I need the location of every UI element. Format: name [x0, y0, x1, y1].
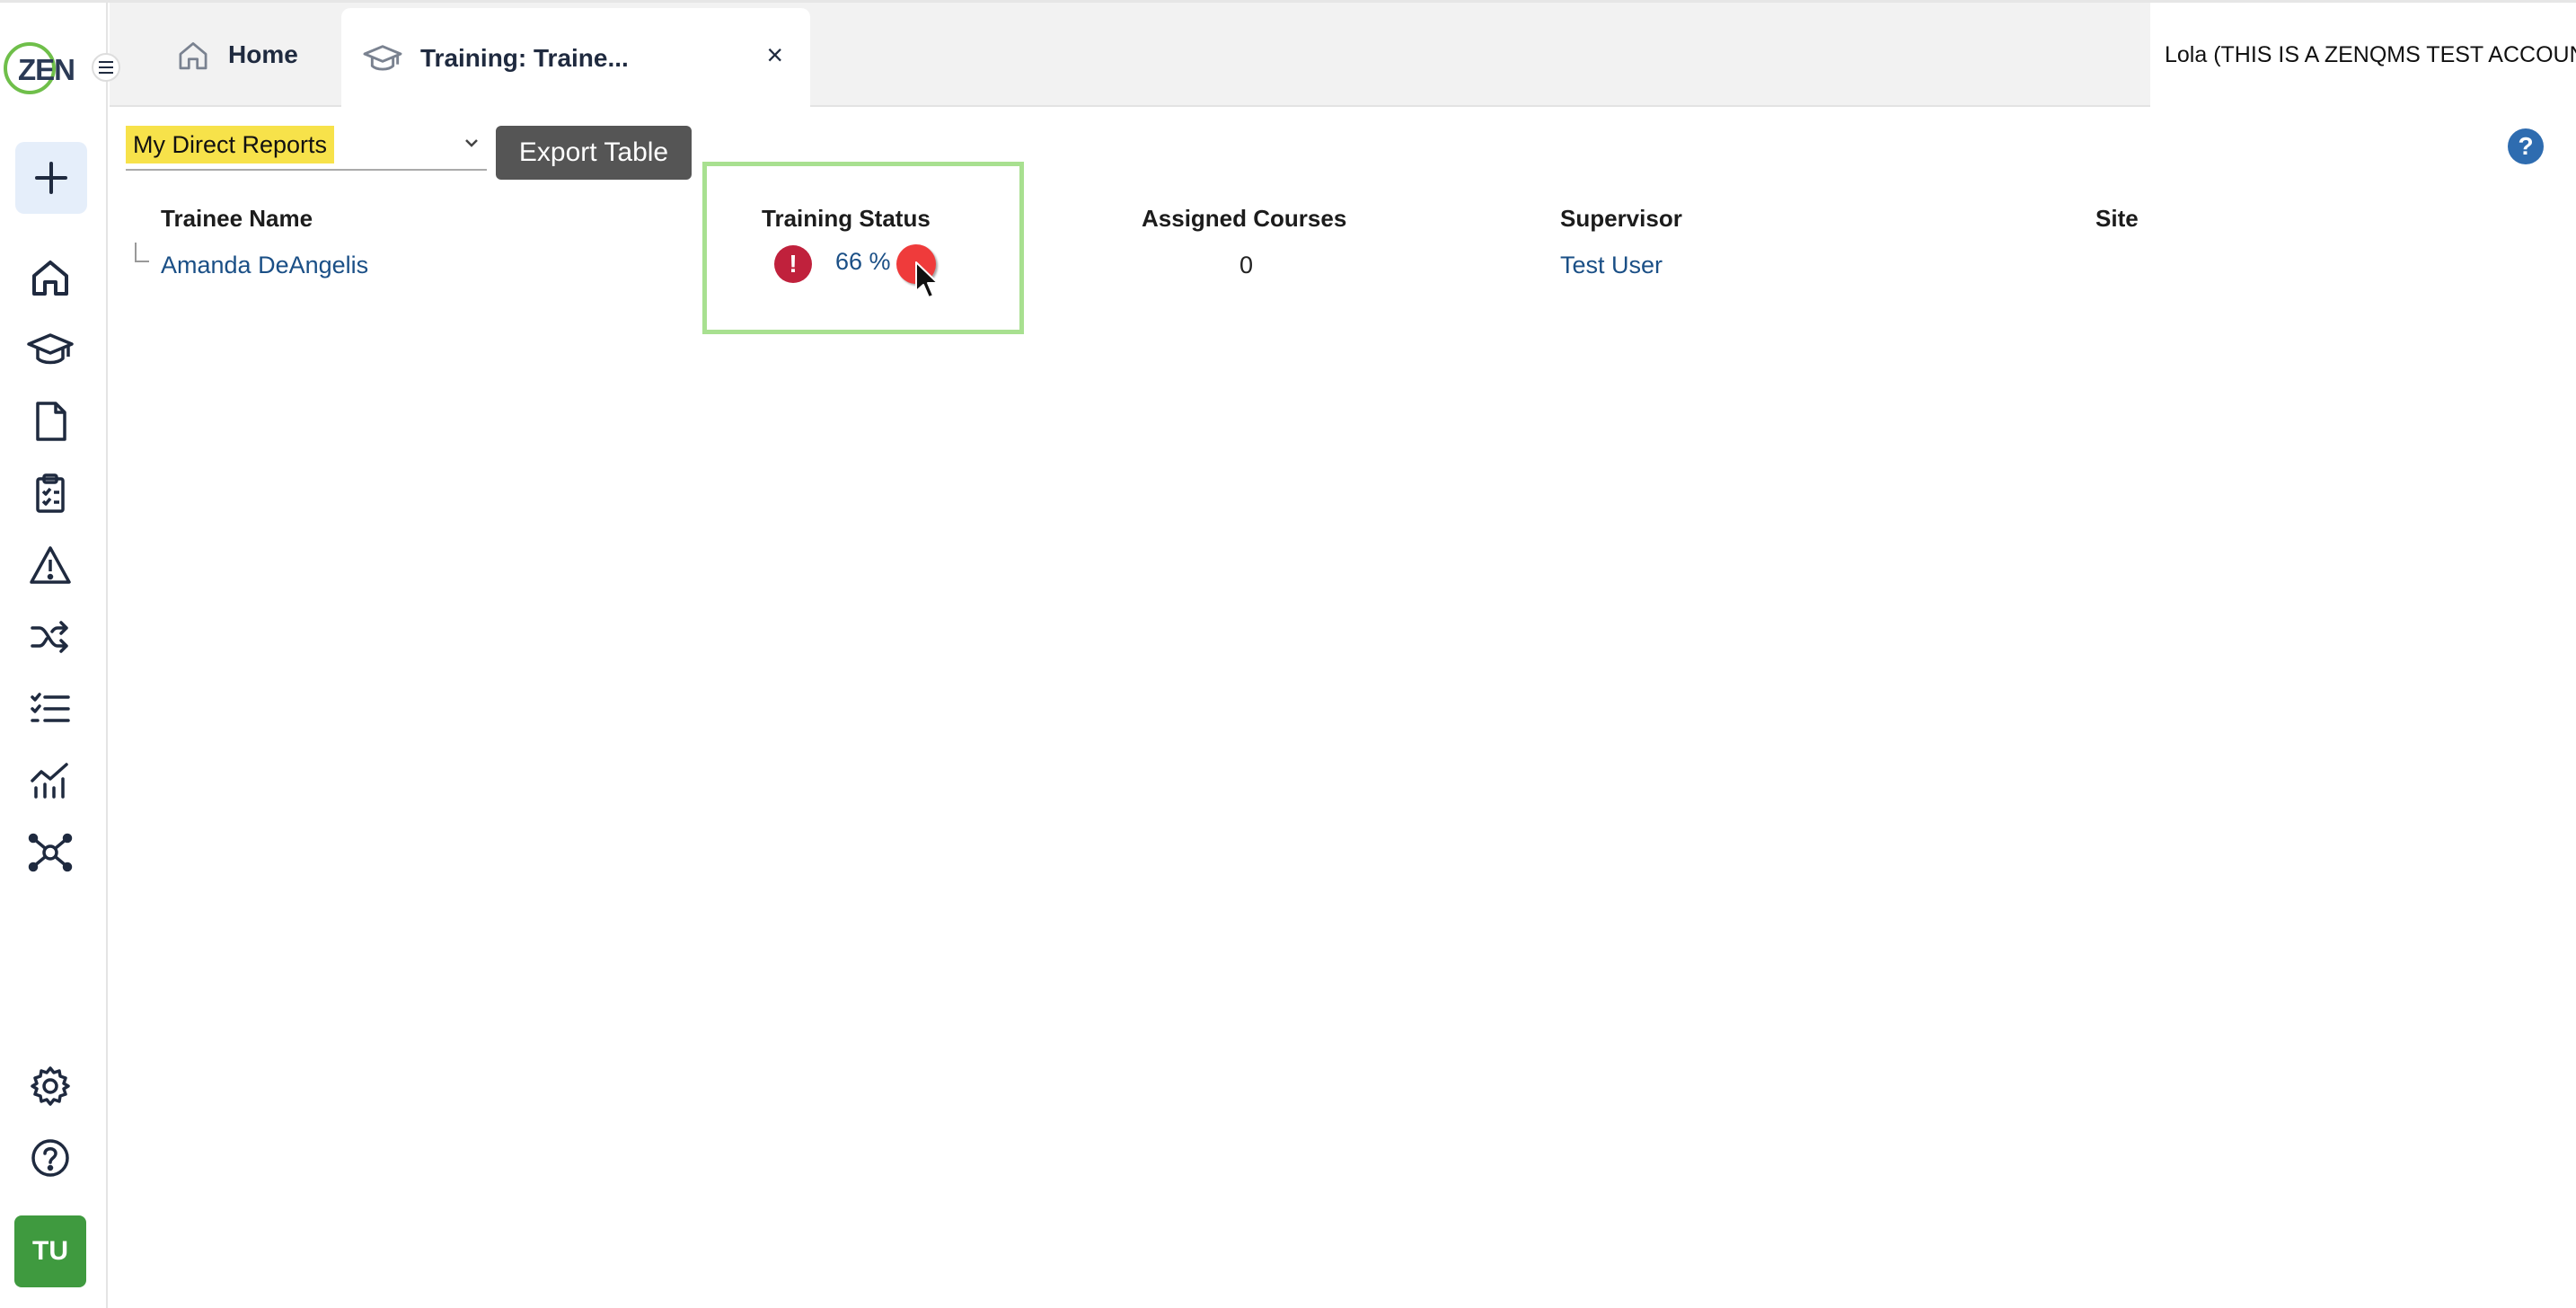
shuffle-icon [31, 621, 68, 653]
header-assigned-courses[interactable]: Assigned Courses [1142, 205, 1346, 233]
avatar-initials: TU [32, 1236, 68, 1266]
tab-training-label: Training: Traine... [420, 44, 629, 72]
highlight-box [702, 162, 1024, 334]
chart-icon [31, 763, 68, 799]
trainee-name-link[interactable]: Amanda DeAngelis [161, 252, 368, 279]
sidebar-item-training[interactable] [25, 324, 75, 375]
sidebar: ZEN TU [0, 3, 108, 1308]
clipboard-icon [36, 473, 65, 513]
user-label: Lola (THIS IS A ZENQMS TEST ACCOUNT) [2165, 41, 2576, 67]
warning-icon [30, 546, 71, 584]
logo-text: ZEN [18, 53, 75, 86]
graduation-cap-icon [27, 333, 74, 365]
hamburger-icon [99, 61, 113, 74]
avatar[interactable]: TU [14, 1215, 86, 1287]
home-icon [179, 42, 207, 70]
help-icon[interactable]: ? [2508, 128, 2544, 164]
checklist-icon [31, 693, 70, 722]
header-supervisor[interactable]: Supervisor [1560, 205, 1682, 233]
add-button[interactable] [15, 142, 87, 214]
mouse-cursor-icon [915, 261, 939, 298]
sidebar-item-documents[interactable] [25, 396, 75, 446]
report-filter-select[interactable]: My Direct Reports [126, 126, 487, 171]
filter-selected-value: My Direct Reports [126, 126, 335, 164]
header-trainee-name[interactable]: Trainee Name [161, 205, 313, 233]
sidebar-item-checklist[interactable] [25, 468, 75, 518]
tab-home-label: Home [228, 40, 298, 68]
sidebar-item-network[interactable] [25, 827, 75, 878]
sidebar-item-change-control[interactable] [25, 612, 75, 662]
plus-icon [35, 162, 67, 194]
tab-close-icon[interactable]: × [766, 40, 783, 69]
network-icon [28, 833, 73, 872]
help-icon [31, 1139, 69, 1177]
menu-toggle-button[interactable] [92, 53, 120, 82]
sidebar-item-settings[interactable] [25, 1061, 75, 1111]
document-icon [36, 402, 66, 441]
header-site[interactable]: Site [2095, 205, 2139, 233]
tab-home[interactable]: Home [176, 3, 298, 107]
user-menu[interactable]: Lola (THIS IS A ZENQMS TEST ACCOUNT) [2150, 3, 2576, 107]
sidebar-item-reports[interactable] [25, 756, 75, 806]
supervisor-link[interactable]: Test User [1560, 252, 1663, 279]
gear-icon [31, 1066, 70, 1106]
chevron-down-icon [465, 139, 478, 147]
sidebar-item-issues[interactable] [25, 540, 75, 590]
graduation-cap-icon [363, 45, 402, 71]
export-table-button[interactable]: Export Table [496, 126, 692, 180]
home-icon [32, 261, 68, 296]
assigned-courses-value: 0 [1239, 252, 1254, 278]
sidebar-item-home[interactable] [25, 252, 75, 303]
tree-connector [135, 243, 149, 262]
sidebar-item-help[interactable] [25, 1133, 75, 1183]
tab-training[interactable]: Training: Traine... × [341, 8, 810, 109]
zen-logo[interactable]: ZEN [4, 42, 75, 98]
sidebar-item-lists[interactable] [25, 684, 75, 734]
